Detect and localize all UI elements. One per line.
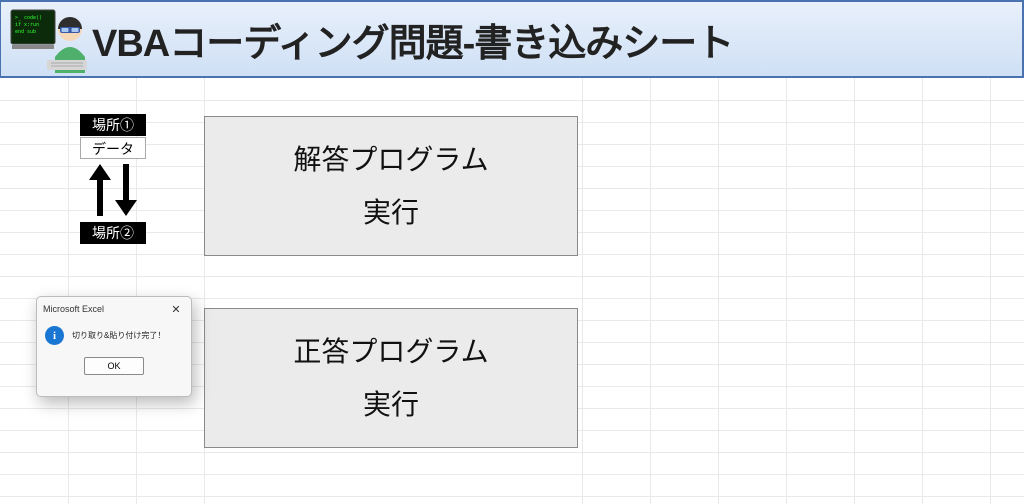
dialog-body: i 切り取り&貼り付け完了！ xyxy=(37,321,191,351)
page-title: VBAコーディング問題-書き込みシート xyxy=(92,12,733,67)
dialog-footer: OK xyxy=(37,351,191,383)
dialog-title: Microsoft Excel xyxy=(43,304,104,314)
message-dialog: Microsoft Excel ✕ i 切り取り&貼り付け完了！ OK xyxy=(36,296,192,397)
dialog-titlebar[interactable]: Microsoft Excel ✕ xyxy=(37,297,191,321)
programmer-icon: >_ code() if x:run end sub xyxy=(7,5,92,73)
svg-text:end sub: end sub xyxy=(15,29,36,35)
button-line1: 正答プログラム xyxy=(293,325,488,378)
svg-text:>_ code(): >_ code() xyxy=(15,15,42,21)
answer-program-run-button[interactable]: 解答プログラム 実行 xyxy=(204,116,578,256)
dialog-message: 切り取り&貼り付け完了！ xyxy=(72,330,165,341)
info-icon: i xyxy=(45,326,64,345)
correct-program-run-button[interactable]: 正答プログラム 実行 xyxy=(204,308,578,448)
close-icon[interactable]: ✕ xyxy=(167,302,185,316)
location2-label: 場所② xyxy=(80,222,146,244)
swap-arrows-icon xyxy=(80,159,146,221)
button-line1: 解答プログラム xyxy=(293,133,488,186)
location1-label: 場所① xyxy=(80,114,146,136)
button-line2: 実行 xyxy=(363,378,419,431)
ok-button[interactable]: OK xyxy=(84,357,144,375)
page-header: >_ code() if x:run end sub VBAコーディング問題-書… xyxy=(0,0,1024,78)
button-line2: 実行 xyxy=(363,186,419,239)
data-cell[interactable]: データ xyxy=(80,137,146,159)
svg-text:if x:run: if x:run xyxy=(15,22,39,28)
